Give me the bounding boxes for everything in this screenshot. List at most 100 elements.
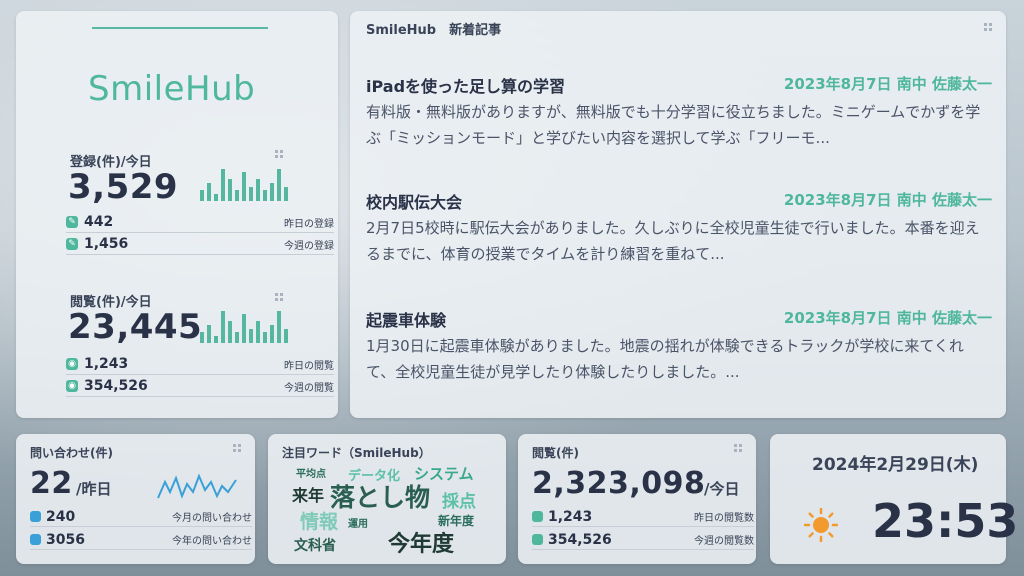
spark-bar — [263, 190, 267, 201]
divider — [92, 27, 268, 29]
spark-bar — [200, 332, 204, 343]
word[interactable]: 来年 — [292, 482, 324, 506]
spark-bar — [221, 169, 225, 201]
pageviews-unit: /今日 — [704, 480, 740, 498]
article-meta: 2023年8月7日 南中 佐藤太一 — [783, 309, 992, 327]
spark-bar — [235, 332, 239, 343]
article-item[interactable]: iPadを使った足し算の学習 2023年8月7日 南中 佐藤太一 有料版・無料版… — [366, 73, 992, 153]
spark-bar — [256, 321, 260, 343]
views-sparkbars — [200, 307, 288, 343]
wordcloud-card: 注目ワード（SmileHub） 平均点 データ化 システム 来年 落とし物 採点… — [268, 434, 506, 564]
article-item[interactable]: 起震車体験 2023年8月7日 南中 佐藤太一 1月30日に起震車体験がありまし… — [366, 307, 992, 387]
inquiries-card: 問い合わせ(件) 22 /昨日 240 今月の問い合わせ 3056 今年の問い合… — [16, 434, 255, 564]
word[interactable]: 情報 — [300, 507, 338, 534]
spark-bar — [270, 325, 274, 343]
registrations-yesterday-label: 昨日の登録 — [284, 218, 334, 230]
eye-icon — [532, 534, 543, 545]
inquiries-month-row: 240 今月の問い合わせ — [30, 507, 252, 527]
phone-icon — [30, 534, 41, 545]
views-week-row: ◉ 354,526 今週の閲覧 — [66, 376, 334, 397]
pageviews-count: 2,323,098 — [532, 466, 706, 501]
date-label: 2024年2月29日(木) — [812, 455, 979, 475]
clock-card: 2024年2月29日(木) 23:53 — [770, 434, 1018, 564]
drag-handle-icon[interactable] — [275, 293, 283, 301]
pageviews-week-value: 354,526 — [548, 531, 612, 548]
word[interactable]: 落とし物 — [330, 478, 430, 514]
inquiries-year-value: 3056 — [46, 531, 85, 548]
article-meta: 2023年8月7日 南中 佐藤太一 — [783, 75, 992, 93]
spark-bar — [221, 311, 225, 343]
pageviews-yesterday-label: 昨日の閲覧数 — [694, 513, 754, 524]
spark-bar — [214, 336, 218, 343]
news-card: SmileHub 新着記事 iPadを使った足し算の学習 2023年8月7日 南… — [350, 11, 1006, 418]
word[interactable]: 採点 — [442, 487, 476, 512]
views-count: 23,445 — [68, 307, 203, 347]
registrations-yesterday-row: ✎ 442 昨日の登録 — [66, 212, 334, 233]
spark-bar — [235, 190, 239, 201]
inquiries-count: 22 — [30, 466, 73, 501]
word[interactable]: 運用 — [348, 515, 368, 530]
inquiries-trend-line — [157, 473, 237, 499]
views-week-value: 354,526 — [84, 378, 148, 394]
eye-icon: ◉ — [66, 380, 78, 392]
article-item[interactable]: 校内駅伝大会 2023年8月7日 南中 佐藤太一 2月7日5校時に駅伝大会があり… — [366, 189, 992, 269]
spark-bar — [284, 187, 288, 201]
wordcloud-title: 注目ワード（SmileHub） — [282, 446, 431, 460]
drag-handle-icon[interactable] — [233, 444, 241, 452]
article-title[interactable]: 起震車体験 — [366, 307, 446, 331]
spark-bar — [242, 314, 246, 343]
spark-bar — [270, 183, 274, 201]
spark-bar — [277, 311, 281, 343]
drag-handle-icon[interactable] — [275, 150, 283, 158]
stats-card: SmileHub 登録(件)/今日 3,529 ✎ 442 昨日の登録 ✎ 1,… — [16, 11, 338, 418]
pageviews-yesterday-value: 1,243 — [548, 508, 593, 525]
article-excerpt: 1月30日に起震車体験がありました。地震の揺れが体験できるトラックが学校に来てく… — [366, 337, 964, 381]
pageviews-card: 閲覧(件) 2,323,098 /今日 1,243 昨日の閲覧数 354,526… — [518, 434, 756, 564]
pageviews-title: 閲覧(件) — [532, 446, 579, 460]
inquiries-month-label: 今月の問い合わせ — [172, 513, 252, 524]
spark-bar — [256, 179, 260, 201]
pencil-icon: ✎ — [66, 238, 78, 250]
article-excerpt: 有料版・無料版がありますが、無料版でも十分学習に役立ちました。ミニゲームでかずを… — [366, 103, 981, 147]
drag-handle-icon[interactable] — [734, 444, 742, 452]
pageviews-week-label: 今週の閲覧数 — [694, 536, 754, 547]
article-title[interactable]: iPadを使った足し算の学習 — [366, 73, 565, 97]
inquiries-year-row: 3056 今年の問い合わせ — [30, 530, 252, 550]
views-yesterday-label: 昨日の閲覧 — [284, 360, 334, 372]
inquiries-year-label: 今年の問い合わせ — [172, 536, 252, 547]
spark-bar — [242, 172, 246, 201]
registrations-week-value: 1,456 — [84, 236, 129, 252]
drag-handle-icon[interactable] — [984, 23, 992, 31]
time-display: 23:53 — [872, 494, 1019, 548]
word[interactable]: 文科省 — [294, 535, 336, 555]
article-excerpt: 2月7日5校時に駅伝大会がありました。久しぶりに全校児童生徒で行いました。本番を… — [366, 219, 980, 263]
spark-bar — [284, 329, 288, 343]
word[interactable]: 平均点 — [296, 465, 326, 480]
word[interactable]: 今年度 — [388, 526, 454, 558]
pageviews-week-row: 354,526 今週の閲覧数 — [532, 530, 754, 550]
registrations-yesterday-value: 442 — [84, 214, 114, 230]
registrations-week-label: 今週の登録 — [284, 240, 334, 252]
spark-bar — [228, 179, 232, 201]
spark-bar — [263, 332, 267, 343]
news-header: SmileHub 新着記事 — [366, 23, 502, 38]
spark-bar — [200, 190, 204, 201]
sun-icon — [804, 508, 838, 542]
registrations-sparkbars — [200, 165, 288, 201]
logo: SmileHub — [88, 69, 256, 109]
inquiries-month-value: 240 — [46, 508, 76, 525]
article-title[interactable]: 校内駅伝大会 — [366, 189, 462, 213]
eye-icon — [532, 511, 543, 522]
spark-bar — [249, 329, 253, 343]
eye-icon: ◉ — [66, 358, 78, 370]
views-week-label: 今週の閲覧 — [284, 382, 334, 394]
inquiries-unit: /昨日 — [76, 480, 112, 498]
spark-bar — [207, 325, 211, 343]
spark-bar — [228, 321, 232, 343]
spark-bar — [207, 183, 211, 201]
views-yesterday-row: ◉ 1,243 昨日の閲覧 — [66, 354, 334, 375]
registrations-count: 3,529 — [68, 167, 179, 207]
spark-bar — [277, 169, 281, 201]
spark-bar — [214, 194, 218, 201]
pencil-icon: ✎ — [66, 216, 78, 228]
